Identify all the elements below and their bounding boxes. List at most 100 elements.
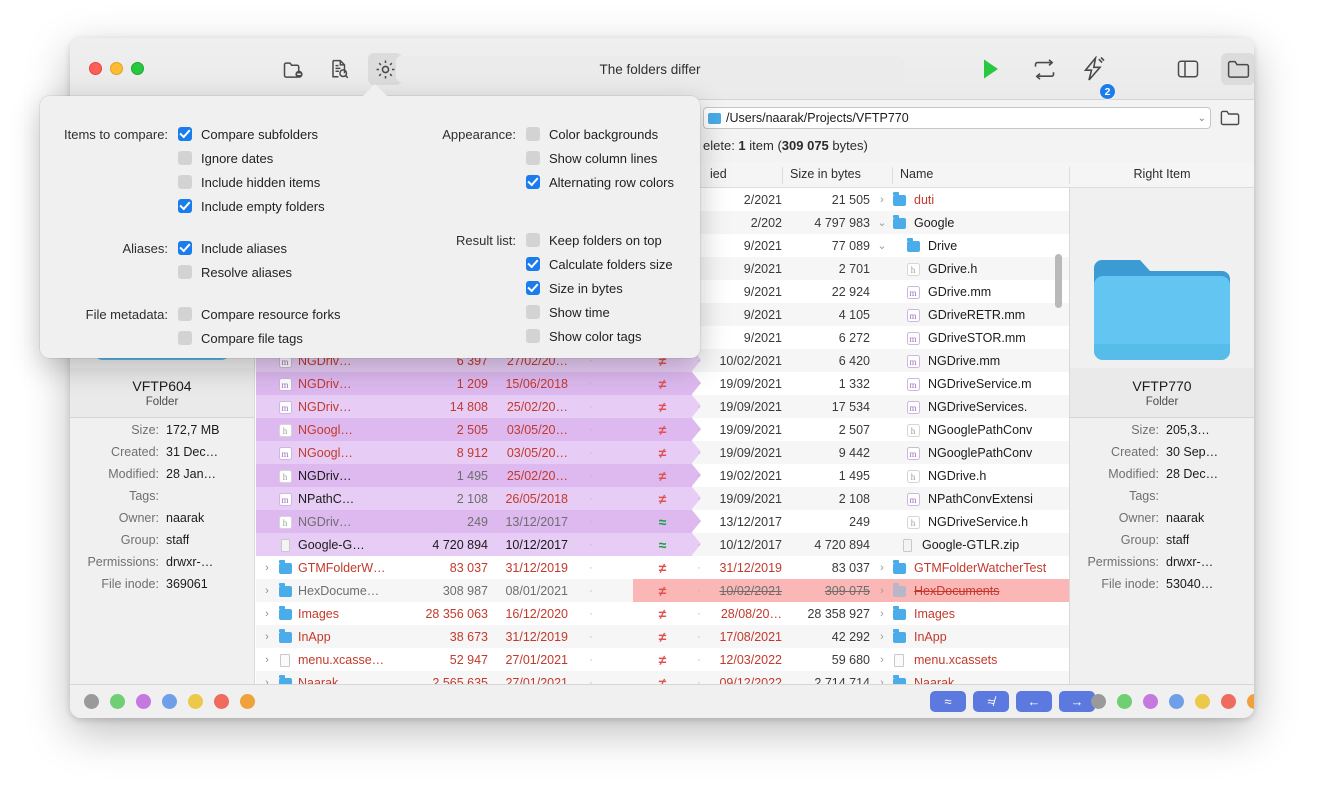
row-left-item[interactable]: m NPathC… 2 108 26/05/2018 ·: [256, 487, 633, 510]
disclosure-triangle[interactable]: ›: [876, 654, 888, 666]
color-tag-dot[interactable]: [1169, 694, 1184, 709]
row-right-item[interactable]: · 10/02/2021 309 075 › HexDocuments: [692, 579, 1069, 602]
copy-left-button[interactable]: ←: [1016, 691, 1052, 712]
checkbox[interactable]: [178, 331, 192, 345]
table-row[interactable]: › Images 28 356 063 16/12/2020 · ≠ · 28/08/20… 2…: [256, 602, 1069, 625]
color-tag-dot[interactable]: [1195, 694, 1210, 709]
color-tag-dot[interactable]: [188, 694, 203, 709]
checkbox[interactable]: [178, 241, 192, 255]
color-tag-dot[interactable]: [136, 694, 151, 709]
row-right-item[interactable]: · 19/09/2021 9 442 m NGooglePathConv: [692, 441, 1069, 464]
row-right-item[interactable]: · 28/08/20… 28 358 927 › Images: [692, 602, 1069, 625]
popover-option-row[interactable]: Result list:Calculate folders size: [412, 252, 702, 276]
popover-option-row[interactable]: Items to compare:Include empty folders: [64, 194, 394, 218]
row-right-item[interactable]: 9/2021 2 701 h GDrive.h: [692, 257, 1069, 280]
row-left-item[interactable]: › GTMFolderW… 83 037 31/12/2019 ·: [256, 556, 633, 579]
row-left-item[interactable]: › Naarak 2 565 635 27/01/2021 ·: [256, 671, 633, 684]
disclosure-triangle[interactable]: ›: [876, 608, 888, 620]
bolt-icon[interactable]: [1076, 53, 1110, 85]
row-right-item[interactable]: · 19/09/2021 2 108 m NPathConvExtensi: [692, 487, 1069, 510]
row-left-item[interactable]: h NGDriv… 249 13/12/2017 ·: [256, 510, 633, 533]
row-left-item[interactable]: m NGDriv… 1 209 15/06/2018 ·: [256, 372, 633, 395]
header-modified[interactable]: ied: [703, 167, 727, 184]
table-row[interactable]: h NGDriv… 1 495 25/02/20… · ≠ · 19/02/2021 1 495…: [256, 464, 1069, 487]
row-right-item[interactable]: 9/2021 22 924 m GDrive.mm: [692, 280, 1069, 303]
checkbox[interactable]: [526, 329, 540, 343]
popover-option-row[interactable]: Aliases: Include aliases: [64, 236, 394, 260]
document-search-icon[interactable]: [322, 53, 356, 85]
row-right-item[interactable]: · 12/03/2022 59 680 › menu.xcassets: [692, 648, 1069, 671]
comparison-status[interactable]: ≠: [633, 648, 692, 671]
comparison-status[interactable]: ≠: [633, 418, 701, 441]
table-row[interactable]: Google-G… 4 720 894 10/12/2017 · ≈ · 10/12/201…: [256, 533, 1069, 556]
color-tag-dot[interactable]: [110, 694, 125, 709]
row-right-item[interactable]: · 19/09/2021 1 332 m NGDriveService.m: [692, 372, 1069, 395]
popover-option-row[interactable]: Items to compare: Compare subfolders: [64, 122, 394, 146]
comparison-status[interactable]: ≈: [633, 510, 701, 533]
row-left-item[interactable]: h NGDriv… 1 495 25/02/20… ·: [256, 464, 633, 487]
table-row[interactable]: h NGoogl… 2 505 03/05/20… · ≠ · 19/09/2021 2 507…: [256, 418, 1069, 441]
right-color-tags[interactable]: [1091, 694, 1254, 709]
left-color-tags[interactable]: [84, 694, 255, 709]
comparison-status[interactable]: ≠: [633, 579, 701, 602]
row-right-item[interactable]: · 13/12/2017 249 h NGDriveService.h: [692, 510, 1069, 533]
popover-option-row[interactable]: Appearance:Show column lines: [412, 146, 702, 170]
disclosure-triangle[interactable]: ›: [876, 631, 888, 643]
checkbox[interactable]: [526, 257, 540, 271]
comparison-status[interactable]: ≠: [633, 464, 701, 487]
disclosure-triangle[interactable]: ›: [876, 677, 888, 685]
disclosure-triangle[interactable]: ›: [876, 562, 888, 574]
right-path-field[interactable]: /Users/naarak/Projects/VFTP770 ⌄: [703, 107, 1211, 129]
row-right-item[interactable]: · 31/12/2019 83 037 › GTMFolderWatcherTest: [692, 556, 1069, 579]
table-row[interactable]: › GTMFolderW… 83 037 31/12/2019 · ≠ · 31/12/201…: [256, 556, 1069, 579]
comparison-status[interactable]: ≠: [633, 372, 701, 395]
checkbox[interactable]: [178, 151, 192, 165]
window-title-field[interactable]: The folders differ: [396, 56, 904, 82]
checkbox[interactable]: [526, 305, 540, 319]
color-tag-dot[interactable]: [1143, 694, 1158, 709]
table-row[interactable]: › HexDocume… 308 987 08/01/2021 · ≠ · 10/02/202…: [256, 579, 1069, 602]
row-right-item[interactable]: · 19/02/2021 1 495 h NGDrive.h: [692, 464, 1069, 487]
header-name[interactable]: Name: [892, 167, 933, 184]
comparison-status[interactable]: ≠: [633, 395, 701, 418]
row-right-item[interactable]: 9/2021 77 089 ⌄ Drive: [692, 234, 1069, 257]
color-tag-dot[interactable]: [1091, 694, 1106, 709]
scrollbar-thumb[interactable]: [1055, 254, 1062, 308]
checkbox[interactable]: [526, 151, 540, 165]
disclosure-triangle[interactable]: ›: [876, 194, 888, 206]
comparison-status[interactable]: ≈: [633, 533, 701, 556]
checkbox[interactable]: [178, 307, 192, 321]
row-right-item[interactable]: 2/202 4 797 983 ⌄ Google: [692, 211, 1069, 234]
popover-option-row[interactable]: Result list:Show time: [412, 300, 702, 324]
open-right-folder-button[interactable]: [1220, 109, 1240, 132]
row-right-item[interactable]: · 10/12/2017 4 720 894 Google-GTLR.zip: [692, 533, 1069, 556]
popover-option-row[interactable]: Result list:Show color tags: [412, 324, 702, 348]
row-right-item[interactable]: · 10/02/2021 6 420 m NGDrive.mm: [692, 349, 1069, 372]
row-left-item[interactable]: m NGoogl… 8 912 03/05/20… ·: [256, 441, 633, 464]
checkbox[interactable]: [526, 127, 540, 141]
row-right-item[interactable]: 2/2021 21 505 › duti: [692, 188, 1069, 211]
row-left-item[interactable]: › Images 28 356 063 16/12/2020 ·: [256, 602, 633, 625]
maximize-window-button[interactable]: [131, 62, 144, 75]
close-window-button[interactable]: [89, 62, 102, 75]
not-similar-button[interactable]: ≉: [973, 691, 1009, 712]
row-right-item[interactable]: · 19/09/2021 17 534 m NGDriveServices.: [692, 395, 1069, 418]
popover-option-row[interactable]: File metadata: Compare resource forks: [64, 302, 394, 326]
color-tag-dot[interactable]: [214, 694, 229, 709]
popover-option-row[interactable]: Result list:Size in bytes: [412, 276, 702, 300]
color-tag-dot[interactable]: [240, 694, 255, 709]
checkbox[interactable]: [178, 175, 192, 189]
comparison-status[interactable]: ≠: [633, 602, 692, 625]
chevron-down-icon[interactable]: ⌄: [1198, 113, 1206, 124]
row-right-item[interactable]: · 09/12/2022 2 714 714 › Naarak: [692, 671, 1069, 684]
row-right-item[interactable]: 9/2021 6 272 m GDriveSTOR.mm: [692, 326, 1069, 349]
minimize-window-button[interactable]: [110, 62, 123, 75]
checkbox[interactable]: [526, 281, 540, 295]
table-row[interactable]: m NPathC… 2 108 26/05/2018 · ≠ · 19/09/2021 2 10…: [256, 487, 1069, 510]
disclosure-triangle[interactable]: ⌄: [876, 239, 888, 252]
copy-right-button[interactable]: →: [1059, 691, 1095, 712]
color-tag-dot[interactable]: [1247, 694, 1254, 709]
table-row[interactable]: h NGDriv… 249 13/12/2017 · ≈ · 13/12/2017 249 h NG…: [256, 510, 1069, 533]
checkbox[interactable]: [178, 265, 192, 279]
popover-option-row[interactable]: Items to compare:Ignore dates: [64, 146, 394, 170]
